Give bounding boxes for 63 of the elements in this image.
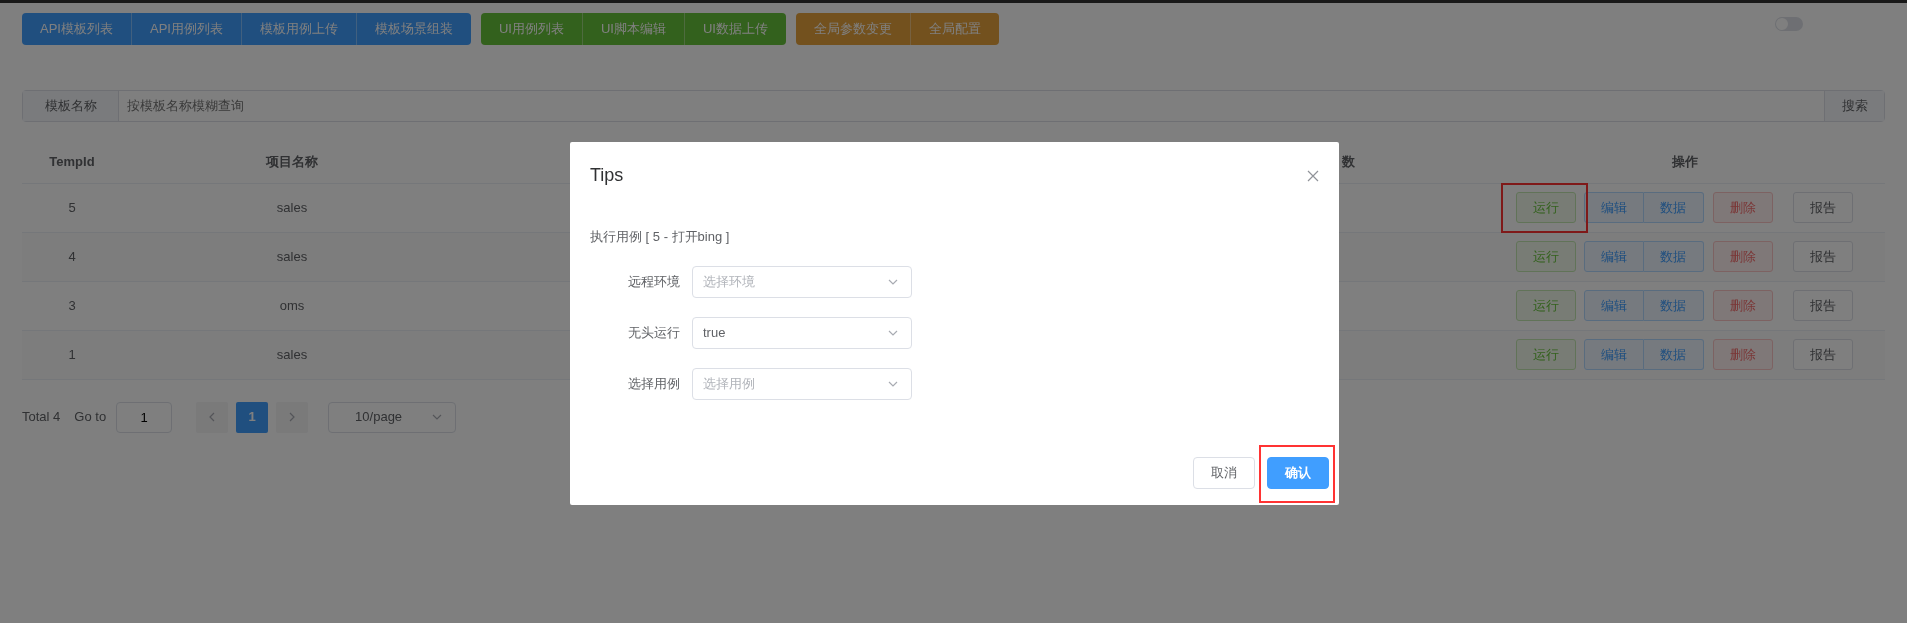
select-field[interactable]: 选择环境 [692,265,912,298]
edit-button[interactable]: 编辑 [1583,290,1644,321]
data-button[interactable]: 数据 [1643,339,1704,370]
field-label: 远程环境 [627,272,681,291]
close-button[interactable] [1307,169,1319,182]
run-button[interactable]: 运行 [1515,192,1576,223]
column-header: TempId [49,153,95,169]
column-header: 数 [1342,153,1355,169]
run-button[interactable]: 运行 [1515,339,1576,370]
table-cell: sales [276,346,308,362]
data-button[interactable]: 数据 [1643,290,1704,321]
delete-button[interactable]: 删除 [1712,192,1773,223]
close-icon [1307,169,1319,182]
table-cell: sales [276,248,308,264]
field-label: 选择用例 [627,374,681,393]
select-field[interactable]: true [692,316,912,349]
dialog-title: Tips [590,164,624,187]
column-header: 项目名称 [266,153,318,169]
nav-button[interactable]: UI数据上传 [684,13,786,45]
table-cell: 3 [68,297,76,313]
delete-button[interactable]: 删除 [1712,339,1773,370]
nav-button[interactable]: API用例列表 [131,13,242,45]
edit-button[interactable]: 编辑 [1583,339,1644,370]
column-header: 操作 [1672,153,1698,169]
prev-page-button[interactable] [196,401,229,433]
total-count: Total 4 [22,408,61,427]
page-size-select[interactable]: 10/page [328,401,457,433]
run-button[interactable]: 运行 [1515,290,1576,321]
nav-button[interactable]: 模板场景组装 [356,13,471,45]
delete-button[interactable]: 删除 [1712,241,1773,272]
data-button[interactable]: 数据 [1643,241,1704,272]
nav-button[interactable]: 全局参数变更 [795,13,911,45]
nav-button[interactable]: 模板用例上传 [241,13,357,45]
goto-label: Go to [74,408,107,427]
table-cell: 5 [68,199,76,215]
edit-button[interactable]: 编辑 [1583,241,1644,272]
next-page-button[interactable] [276,401,309,433]
nav-button[interactable]: UI用例列表 [480,13,583,45]
run-button[interactable]: 运行 [1515,241,1576,272]
report-button[interactable]: 报告 [1792,192,1853,223]
search-button[interactable]: 搜索 [1824,91,1884,121]
page-input[interactable]: 1 [116,401,173,433]
select-field[interactable]: 选择用例 [692,367,912,400]
search-field[interactable]: 模板名称 按模板名称模糊查询 搜索 [22,90,1885,122]
report-button[interactable]: 报告 [1792,241,1853,272]
nav-button[interactable]: 全局配置 [910,13,999,45]
nav-button[interactable]: UI脚本编辑 [582,13,685,45]
edit-button[interactable]: 编辑 [1583,192,1644,223]
search-label: 模板名称 [23,91,119,121]
table-cell: 1 [68,346,76,362]
page-button[interactable]: 1 [236,401,269,433]
field-label: 无头运行 [627,323,681,342]
dialog-message: 执行用例 [ 5 - 打开bing ] [590,228,731,246]
data-button[interactable]: 数据 [1643,192,1704,223]
delete-button[interactable]: 删除 [1712,290,1773,321]
nav-button[interactable]: API模板列表 [22,13,132,45]
cancel-button[interactable]: 取消 [1193,457,1255,489]
table-cell: sales [276,199,308,215]
table-cell: oms [279,297,305,313]
report-button[interactable]: 报告 [1792,339,1853,370]
report-button[interactable]: 报告 [1792,290,1853,321]
table-cell: 4 [68,248,76,264]
confirm-button[interactable]: 确认 [1267,457,1329,489]
